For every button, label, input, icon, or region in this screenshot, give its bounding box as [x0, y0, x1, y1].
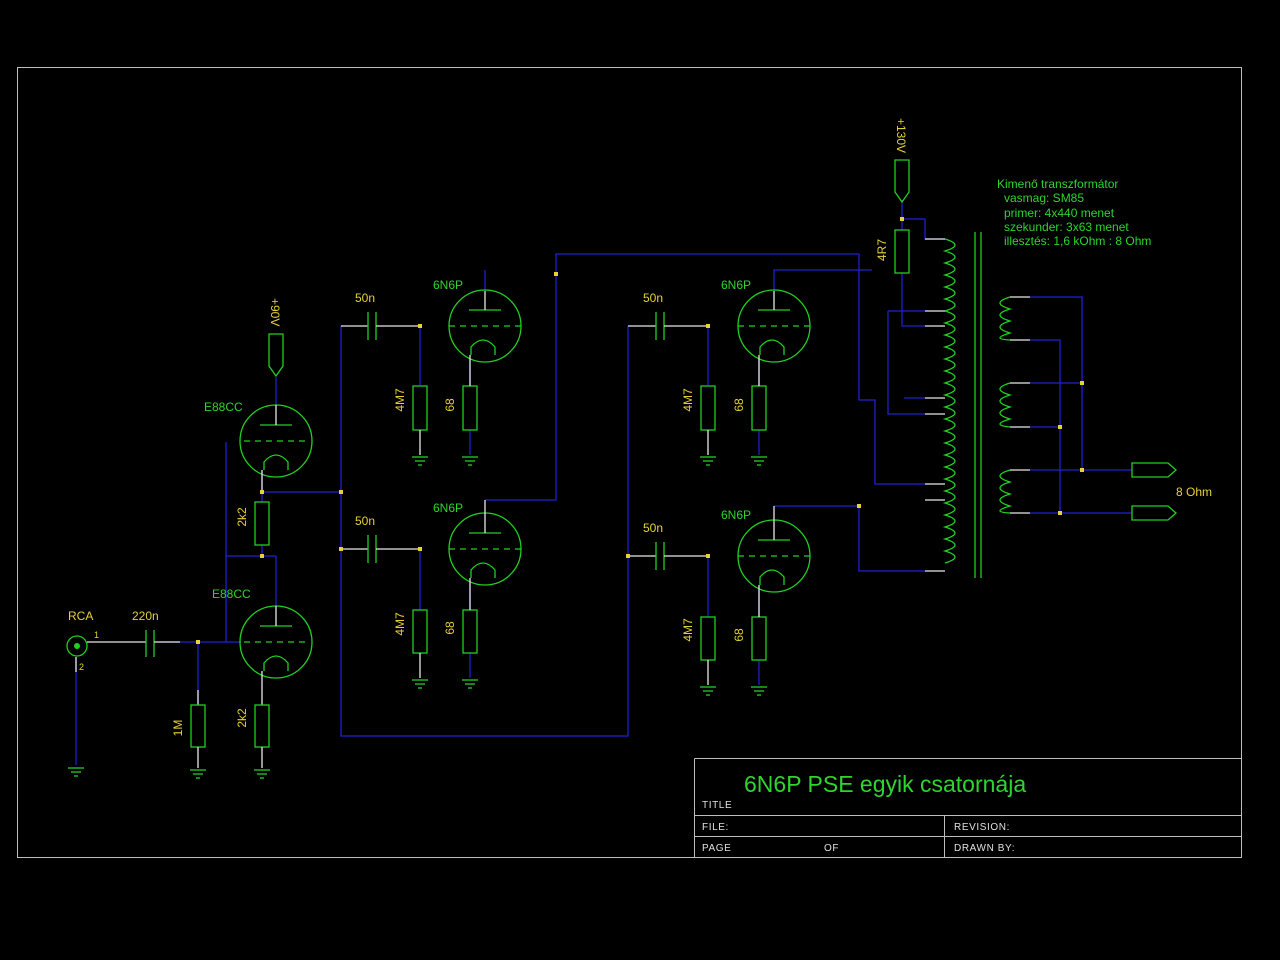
title-label: TITLE [702, 800, 732, 811]
rca-connector: RCA 1 2 [66, 609, 119, 672]
res-4m7-label: 4M7 [393, 612, 407, 636]
cap-label: 50n [643, 521, 663, 535]
resistor-4m7-3: 4M7 [681, 385, 716, 455]
resistor-68-3: 68 [732, 385, 767, 431]
tube-label: 6N6P [433, 501, 463, 515]
resistor-4r7: 4R7 [875, 229, 910, 274]
cap-label: 50n [355, 514, 375, 528]
res-4r7-label: 4R7 [875, 239, 889, 261]
tube-e88cc-lower: E88CC [212, 587, 313, 690]
resistor-2k2-v2: 2k2 [235, 501, 270, 546]
drawing-title: 6N6P PSE egyik csatornája [744, 771, 1026, 797]
pin1-label: 1 [94, 630, 99, 640]
junction-dots [196, 217, 1084, 644]
res-68-label: 68 [732, 628, 746, 642]
title-block: 6N6P PSE egyik csatornája TITLE FILE: RE… [694, 758, 1242, 858]
resistor-68-4: 68 [732, 616, 767, 661]
res-2k2-label: 2k2 [235, 708, 249, 728]
pin2-label: 2 [79, 662, 84, 672]
schematic-sheet: 6N6P PSE egyik csatornája TITLE FILE: RE… [17, 67, 1242, 858]
wires [75, 200, 1132, 765]
tube-label: 6N6P [433, 278, 463, 292]
capacitor-50n-1: 50n [341, 291, 420, 340]
transformer-core: vasmag: SM85 [1004, 191, 1084, 205]
resistor-2k2-v1: 2k2 [235, 690, 270, 768]
file-label: FILE: [702, 822, 729, 833]
rca-label: RCA [68, 609, 93, 623]
transformer-matching: illesztés: 1,6 kOhm : 8 Ohm [1004, 234, 1151, 248]
capacitor-220n: 220n [119, 609, 180, 657]
tube-label: E88CC [212, 587, 251, 601]
resistor-4m7-2: 4M7 [393, 609, 428, 678]
res-4m7-label: 4M7 [393, 388, 407, 412]
page-label: PAGE [702, 843, 731, 854]
capacitor-50n-2: 50n [341, 514, 420, 563]
supply-130v-label: +130V [894, 118, 908, 153]
tube-6n6p-3: 6N6P [721, 278, 811, 386]
transformer-secondary: szekunder: 3x63 menet [1004, 220, 1129, 234]
transformer-primary: primer: 4x440 menet [1004, 206, 1115, 220]
supply-90v: +90V [268, 298, 284, 378]
tube-label: 6N6P [721, 278, 751, 292]
drawn-by-label: DRAWN BY: [954, 843, 1015, 854]
capacitor-50n-3: 50n [628, 291, 708, 340]
res-4m7-label: 4M7 [681, 618, 695, 642]
output-terminals: 8 Ohm [1131, 462, 1212, 521]
output-8ohm-label: 8 Ohm [1176, 485, 1212, 499]
resistor-68-2: 68 [443, 609, 478, 654]
tube-6n6p-2: 6N6P [433, 500, 522, 610]
cap-label: 50n [643, 291, 663, 305]
res-1m-label: 1M [171, 720, 185, 737]
res-68-label: 68 [443, 621, 457, 635]
res-68-label: 68 [732, 398, 746, 412]
resistor-68-1: 68 [443, 385, 478, 431]
tube-e88cc-upper: E88CC [204, 400, 313, 490]
output-transformer: Kimenő transzformátor vasmag: SM85 prime… [925, 177, 1151, 578]
supply-130v: +130V [894, 118, 910, 204]
tube-6n6p-1: 6N6P [433, 278, 522, 386]
tube-6n6p-4: 6N6P [721, 506, 811, 617]
res-68-label: 68 [443, 398, 457, 412]
res-2k2-label: 2k2 [235, 507, 249, 527]
tube-label: E88CC [204, 400, 243, 414]
of-label: OF [824, 843, 839, 854]
transformer-title: Kimenő transzformátor [997, 177, 1118, 191]
cap-label: 50n [355, 291, 375, 305]
res-4m7-label: 4M7 [681, 388, 695, 412]
resistor-4m7-4: 4M7 [681, 616, 716, 685]
supply-90v-label: +90V [268, 298, 282, 326]
revision-label: REVISION: [954, 822, 1010, 833]
resistor-4m7-1: 4M7 [393, 385, 428, 455]
resistor-1m: 1M [171, 690, 206, 768]
capacitor-50n-4: 50n [628, 521, 708, 570]
cap-220n-label: 220n [132, 609, 159, 623]
tube-label: 6N6P [721, 508, 751, 522]
